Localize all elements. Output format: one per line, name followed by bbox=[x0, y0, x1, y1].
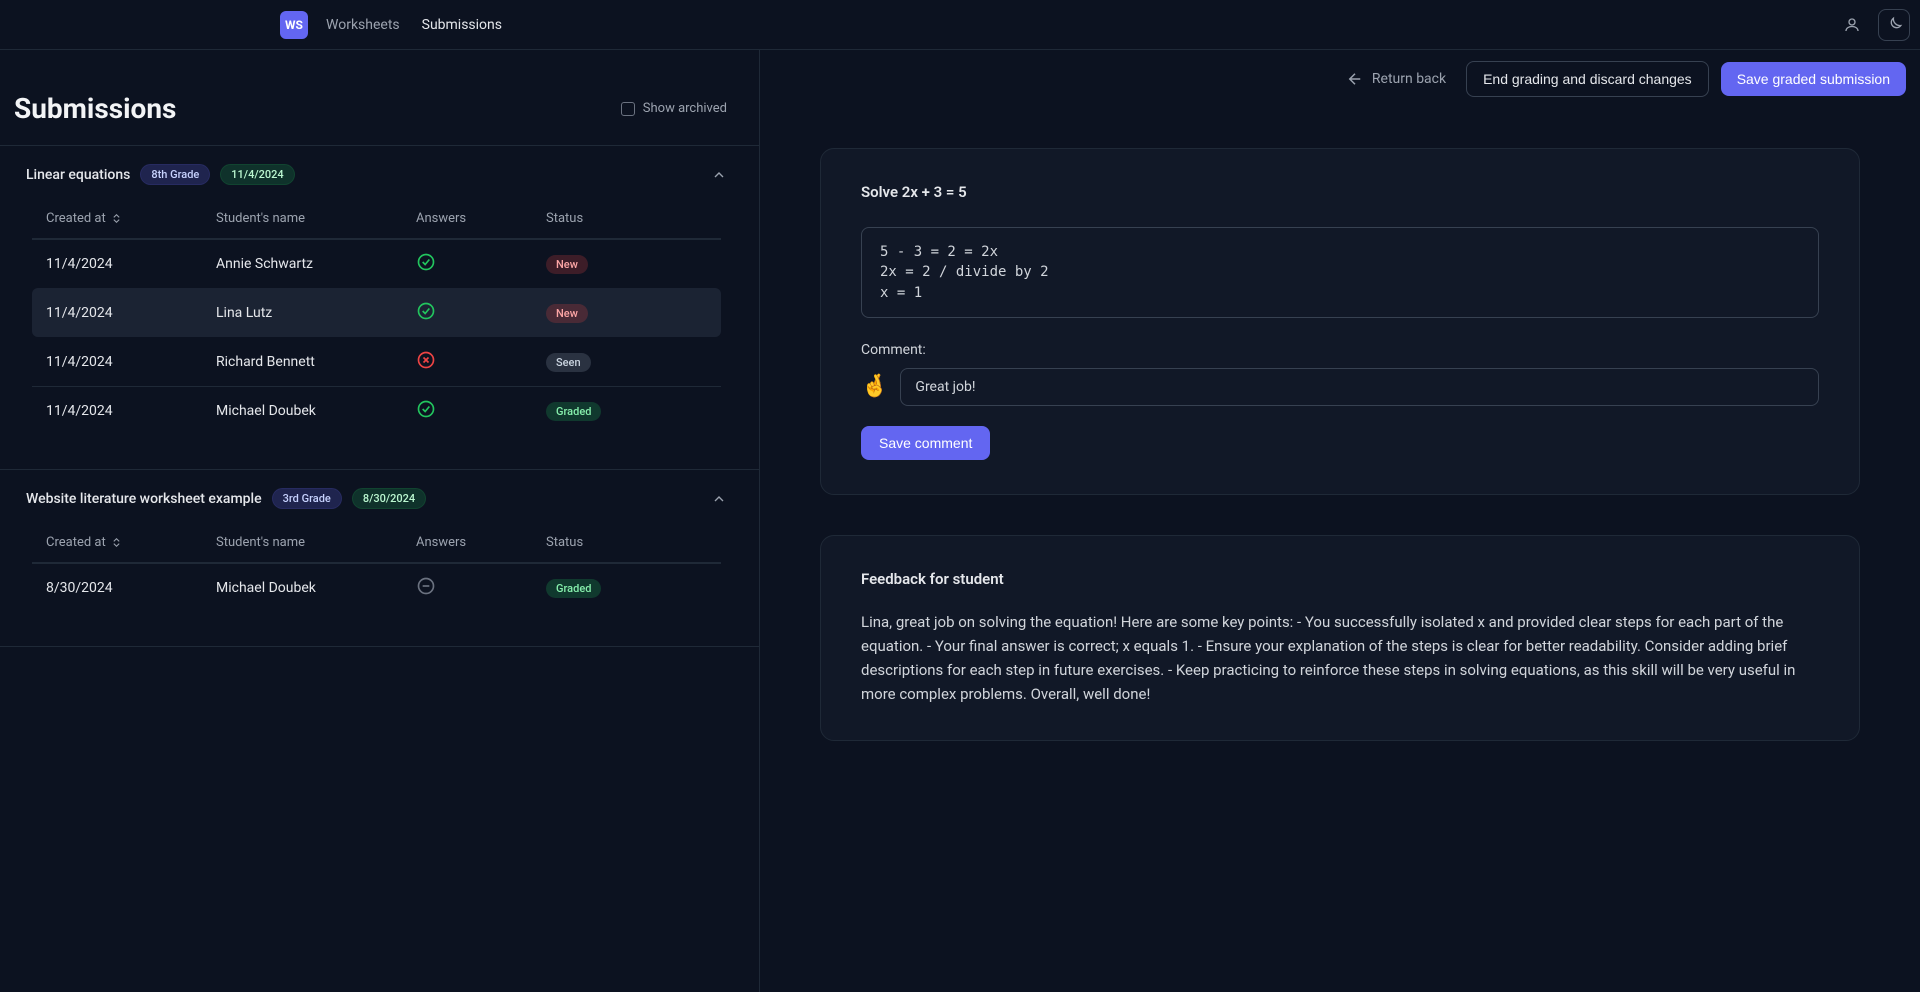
status-badge: Graded bbox=[546, 402, 601, 421]
comment-label: Comment: bbox=[861, 342, 1819, 358]
cell-status: Graded bbox=[546, 402, 707, 421]
worksheet-block-header[interactable]: Linear equations 8th Grade 11/4/2024 bbox=[26, 164, 727, 185]
status-badge: New bbox=[546, 255, 588, 274]
cell-answer-icon bbox=[416, 576, 546, 600]
save-comment-button[interactable]: Save comment bbox=[861, 426, 990, 460]
cell-created-at: 11/4/2024 bbox=[46, 354, 216, 370]
feedback-title: Feedback for student bbox=[861, 570, 1819, 588]
comment-emoji-icon[interactable]: 🤞 bbox=[861, 374, 888, 399]
chevron-up-icon[interactable] bbox=[711, 167, 727, 183]
col-answers: Answers bbox=[416, 535, 546, 550]
cell-answer-icon bbox=[416, 350, 546, 374]
grade-tag: 3rd Grade bbox=[272, 488, 342, 509]
col-status: Status bbox=[546, 535, 707, 550]
col-created-at[interactable]: Created at bbox=[46, 211, 216, 226]
table-header: Created atStudent's nameAnswersStatus bbox=[32, 199, 721, 239]
date-tag: 11/4/2024 bbox=[220, 164, 294, 185]
problem-title: Solve 2x + 3 = 5 bbox=[861, 183, 1819, 201]
col-student-name: Student's name bbox=[216, 535, 416, 550]
show-archived-label: Show archived bbox=[643, 101, 727, 116]
cell-status: Graded bbox=[546, 579, 707, 598]
sort-icon bbox=[110, 536, 123, 549]
submissions-table: Created atStudent's nameAnswersStatus8/3… bbox=[32, 523, 721, 612]
feedback-card: Feedback for student Lina, great job on … bbox=[820, 535, 1860, 741]
cell-student: Michael Doubek bbox=[216, 403, 416, 419]
col-student-name: Student's name bbox=[216, 211, 416, 226]
status-badge: Graded bbox=[546, 579, 601, 598]
table-row[interactable]: 8/30/2024Michael Doubek Graded bbox=[32, 563, 721, 612]
comment-input[interactable]: Great job! bbox=[900, 368, 1819, 406]
feedback-body: Lina, great job on solving the equation!… bbox=[861, 610, 1819, 706]
worksheet-block: Website literature worksheet example 3rd … bbox=[0, 470, 759, 618]
chevron-up-icon[interactable] bbox=[711, 491, 727, 507]
cell-student: Richard Bennett bbox=[216, 354, 416, 370]
sort-icon bbox=[110, 212, 123, 225]
cell-created-at: 11/4/2024 bbox=[46, 305, 216, 321]
status-badge: Seen bbox=[546, 353, 591, 372]
cell-answer-icon bbox=[416, 301, 546, 325]
worksheet-name: Linear equations bbox=[26, 167, 130, 183]
col-answers: Answers bbox=[416, 211, 546, 226]
cell-created-at: 11/4/2024 bbox=[46, 256, 216, 272]
cell-created-at: 8/30/2024 bbox=[46, 580, 216, 596]
show-archived-checkbox[interactable] bbox=[621, 102, 635, 116]
theme-toggle-icon[interactable] bbox=[1878, 9, 1910, 41]
cell-student: Annie Schwartz bbox=[216, 256, 416, 272]
grading-panel: Solve 2x + 3 = 5 5 - 3 = 2 = 2x 2x = 2 /… bbox=[760, 50, 1920, 992]
cell-created-at: 11/4/2024 bbox=[46, 403, 216, 419]
table-row[interactable]: 11/4/2024Richard Bennett Seen bbox=[32, 337, 721, 386]
table-row[interactable]: 11/4/2024Annie Schwartz New bbox=[32, 239, 721, 288]
cell-status: Seen bbox=[546, 353, 707, 372]
profile-icon[interactable] bbox=[1836, 9, 1868, 41]
top-header: WS Worksheets Submissions bbox=[0, 0, 1920, 50]
submissions-table: Created atStudent's nameAnswersStatus11/… bbox=[32, 199, 721, 435]
app-logo: WS bbox=[280, 11, 308, 39]
table-header: Created atStudent's nameAnswersStatus bbox=[32, 523, 721, 563]
nav-worksheets[interactable]: Worksheets bbox=[326, 17, 400, 33]
student-answer-box: 5 - 3 = 2 = 2x 2x = 2 / divide by 2 x = … bbox=[861, 227, 1819, 318]
cell-status: New bbox=[546, 255, 707, 274]
cell-status: New bbox=[546, 304, 707, 323]
cell-answer-icon bbox=[416, 399, 546, 423]
problem-card: Solve 2x + 3 = 5 5 - 3 = 2 = 2x 2x = 2 /… bbox=[820, 148, 1860, 495]
worksheet-block: Linear equations8th Grade11/4/2024Create… bbox=[0, 146, 759, 441]
table-row[interactable]: 11/4/2024Michael Doubek Graded bbox=[32, 386, 721, 435]
table-row[interactable]: 11/4/2024Lina Lutz New bbox=[32, 288, 721, 337]
col-created-at[interactable]: Created at bbox=[46, 535, 216, 550]
page-title: Submissions bbox=[14, 92, 621, 125]
worksheet-name: Website literature worksheet example bbox=[26, 491, 262, 507]
col-status: Status bbox=[546, 211, 707, 226]
nav-submissions[interactable]: Submissions bbox=[422, 17, 502, 33]
status-badge: New bbox=[546, 304, 588, 323]
date-tag: 8/30/2024 bbox=[352, 488, 426, 509]
cell-student: Michael Doubek bbox=[216, 580, 416, 596]
cell-answer-icon bbox=[416, 252, 546, 276]
grade-tag: 8th Grade bbox=[140, 164, 210, 185]
submissions-panel: Submissions Show archived Linear equatio… bbox=[0, 50, 760, 992]
cell-student: Lina Lutz bbox=[216, 305, 416, 321]
worksheet-block-header[interactable]: Website literature worksheet example 3rd … bbox=[26, 488, 727, 509]
